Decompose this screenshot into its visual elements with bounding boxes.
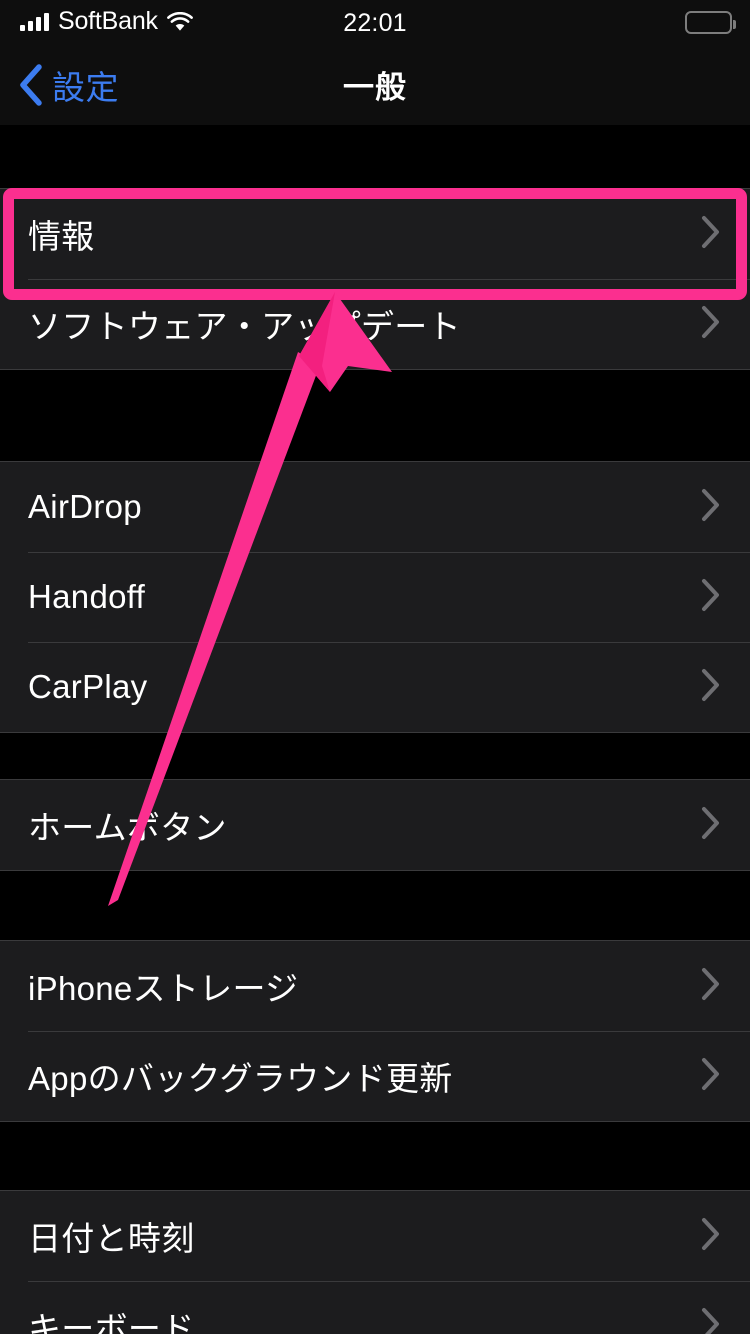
group-gap bbox=[0, 370, 750, 461]
list-item-software-update[interactable]: ソフトウェア・アップデート bbox=[0, 279, 750, 369]
list-item-background-app-refresh[interactable]: Appのバックグラウンド更新 bbox=[0, 1031, 750, 1121]
list-item-label: 日付と時刻 bbox=[28, 1220, 195, 1257]
list-item-handoff[interactable]: Handoff bbox=[0, 552, 750, 642]
list-item-label: CarPlay bbox=[28, 668, 148, 705]
settings-group: 情報 ソフトウェア・アップデート bbox=[0, 188, 750, 370]
list-item-information[interactable]: 情報 bbox=[0, 189, 750, 279]
list-item-label: Appのバックグラウンド更新 bbox=[28, 1060, 453, 1097]
list-item-label: ソフトウェア・アップデート bbox=[28, 308, 461, 345]
list-item-label: キーボード bbox=[28, 1310, 195, 1334]
list-item-label: AirDrop bbox=[28, 488, 142, 525]
list-item-label: iPhoneストレージ bbox=[28, 970, 299, 1007]
list-top-spacer bbox=[0, 125, 750, 188]
navigation-bar: 設定 一般 bbox=[0, 44, 750, 125]
group-gap bbox=[0, 1122, 750, 1190]
list-item-airdrop[interactable]: AirDrop bbox=[0, 462, 750, 552]
list-item-date-and-time[interactable]: 日付と時刻 bbox=[0, 1191, 750, 1281]
chevron-right-icon bbox=[700, 1307, 722, 1334]
settings-group: AirDrop Handoff CarPlay bbox=[0, 461, 750, 733]
list-item-label: 情報 bbox=[28, 218, 95, 255]
chevron-right-icon bbox=[700, 967, 722, 1006]
chevron-right-icon bbox=[700, 488, 722, 527]
list-item-iphone-storage[interactable]: iPhoneストレージ bbox=[0, 941, 750, 1031]
iphone-screen: SoftBank 22:01 設定 一般 情報 ソフトウェア・アップデート Ai… bbox=[0, 0, 750, 1334]
settings-group: iPhoneストレージ Appのバックグラウンド更新 bbox=[0, 940, 750, 1122]
page-title: 一般 bbox=[343, 70, 407, 105]
status-bar-right bbox=[685, 11, 736, 34]
chevron-right-icon bbox=[700, 1057, 722, 1096]
list-item-label: ホームボタン bbox=[28, 809, 227, 846]
list-item-label: Handoff bbox=[28, 578, 146, 615]
chevron-right-icon bbox=[700, 578, 722, 617]
settings-group: ホームボタン bbox=[0, 779, 750, 871]
chevron-right-icon bbox=[700, 1217, 722, 1256]
status-bar: SoftBank 22:01 bbox=[0, 0, 750, 44]
chevron-right-icon bbox=[700, 806, 722, 845]
settings-group: 日付と時刻 キーボード bbox=[0, 1190, 750, 1334]
chevron-right-icon bbox=[700, 305, 722, 344]
group-gap bbox=[0, 733, 750, 779]
list-item-home-button[interactable]: ホームボタン bbox=[0, 780, 750, 870]
battery-icon bbox=[685, 11, 736, 34]
chevron-right-icon bbox=[700, 668, 722, 707]
group-gap bbox=[0, 871, 750, 940]
chevron-right-icon bbox=[700, 215, 722, 254]
list-item-keyboard[interactable]: キーボード bbox=[0, 1281, 750, 1334]
status-bar-clock: 22:01 bbox=[343, 9, 407, 37]
list-item-carplay[interactable]: CarPlay bbox=[0, 642, 750, 732]
settings-list: 情報 ソフトウェア・アップデート AirDrop Handoff CarPlay… bbox=[0, 125, 750, 1334]
